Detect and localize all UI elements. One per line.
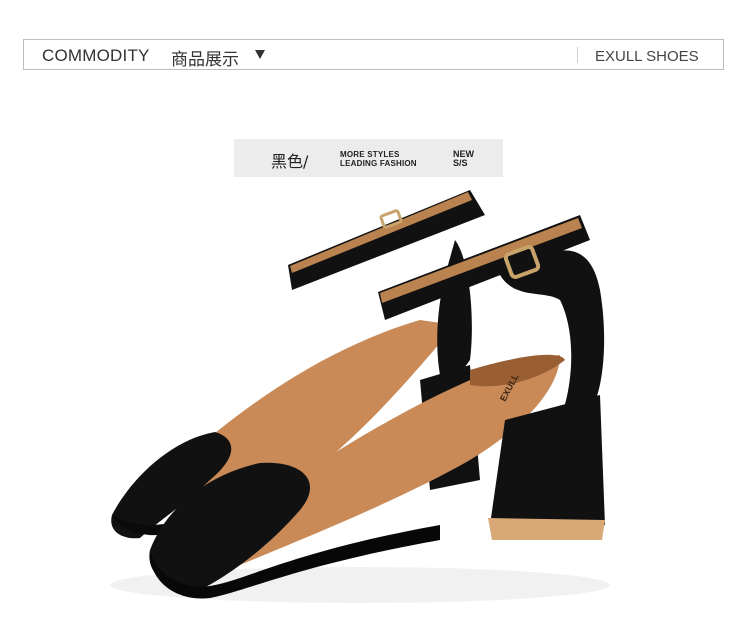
front-shoe-heel-tip [488, 518, 605, 540]
season-badge: NEW S/S [453, 150, 474, 168]
slogan-line-2: LEADING FASHION [340, 159, 417, 168]
style-slogan: MORE STYLES LEADING FASHION [340, 150, 417, 168]
section-header: COMMODITY 商品展示 EXULL SHOES [23, 39, 724, 70]
product-photo: EXULL [110, 190, 610, 603]
section-title-en: COMMODITY [42, 46, 150, 65]
slogan-line-1: MORE STYLES [340, 150, 400, 159]
section-title-cn: 商品展示 [171, 50, 239, 70]
season-line-2: S/S [453, 158, 468, 168]
color-label: 黑色/ [271, 152, 309, 171]
triangle-down-icon[interactable] [255, 50, 265, 59]
color-tag: 黑色/ MORE STYLES LEADING FASHION NEW S/S [234, 139, 503, 177]
header-divider [577, 47, 578, 63]
brand-name: EXULL SHOES [595, 48, 699, 65]
back-shoe-strap-lining [290, 192, 472, 273]
